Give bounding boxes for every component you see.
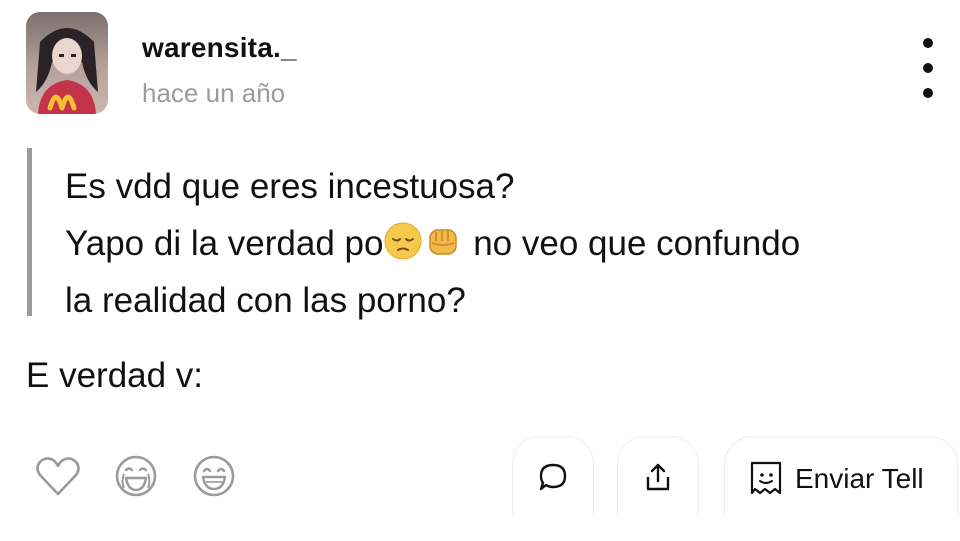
quote-line: Yapo di la verdad po no veo que confundo — [65, 215, 800, 272]
tellonym-send-icon — [750, 461, 782, 495]
quote-text: Es vdd que eres incestuosa? Yapo di la v… — [65, 158, 800, 329]
more-dot-icon — [923, 63, 933, 73]
avatar[interactable] — [26, 12, 108, 114]
more-options-button[interactable] — [916, 38, 940, 98]
post-timestamp: hace un año — [142, 78, 286, 108]
send-tell-label: Enviar Tell — [795, 463, 924, 494]
quote-line-part: Yapo di la verdad po — [65, 224, 384, 263]
answer-text: E verdad v: — [26, 356, 204, 395]
post-header: warensita._ hace un año — [26, 12, 946, 116]
crying-laughing-icon[interactable] — [112, 452, 160, 500]
more-dot-icon — [923, 88, 933, 98]
share-upload-icon — [646, 463, 670, 491]
quote-line: Es vdd que eres incestuosa? — [65, 167, 515, 206]
reactions-bar — [34, 452, 254, 504]
username[interactable]: warensita._ — [142, 32, 297, 64]
quote-bar — [27, 148, 32, 316]
fist-icon — [429, 229, 458, 255]
more-dot-icon — [923, 38, 933, 48]
comment-button[interactable] — [512, 436, 594, 516]
pensive-face-icon — [384, 222, 422, 260]
quote-line-part: no veo que confundo — [473, 224, 801, 263]
quoted-question: Es vdd que eres incestuosa? Yapo di la v… — [27, 148, 947, 320]
quote-line: la realidad con las porno? — [65, 281, 466, 320]
send-tell-button[interactable]: Enviar Tell — [724, 436, 958, 516]
share-button[interactable] — [617, 436, 699, 516]
laughing-icon[interactable] — [190, 452, 238, 500]
comment-bubble-icon — [539, 463, 567, 491]
heart-icon[interactable] — [34, 452, 82, 500]
